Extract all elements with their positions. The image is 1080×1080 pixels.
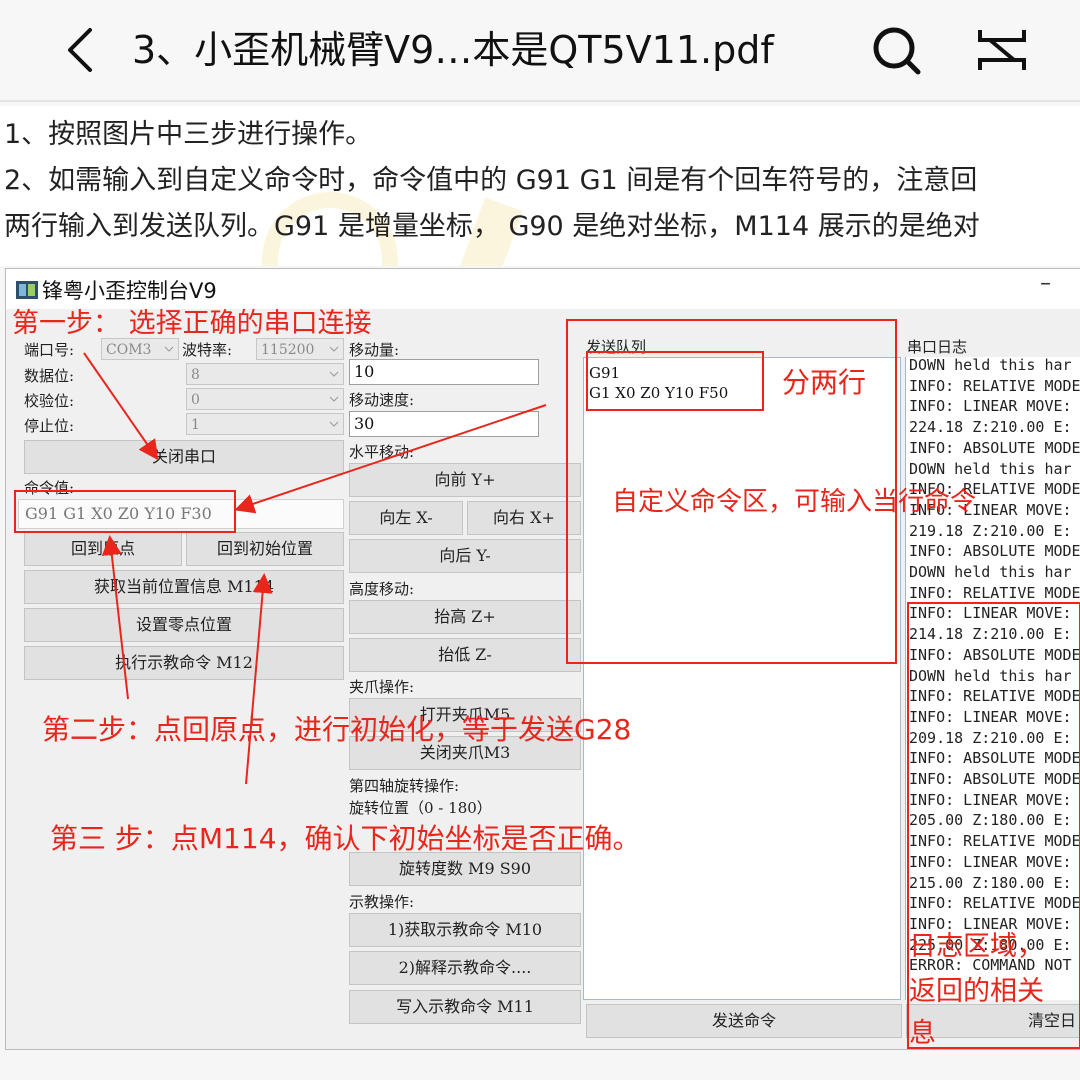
stopbits-label: 停止位:	[24, 417, 75, 435]
step2-annotation: 第二步：点回原点，进行初始化，等于发送G28	[42, 713, 632, 746]
parse-teach-button[interactable]: 2)解释示教命令....	[349, 951, 581, 985]
home-button[interactable]: 回到原点	[24, 532, 182, 566]
baud-value: 115200	[261, 342, 315, 358]
log-line: DOWN held this har	[909, 563, 1072, 581]
teach-label: 示教操作:	[349, 893, 415, 911]
set-zero-button[interactable]: 设置零点位置	[24, 608, 344, 642]
step3-annotation: 第三 步：点M114，确认下初始坐标是否正确。	[50, 822, 641, 855]
port-select[interactable]: COM3	[101, 338, 179, 360]
log-line: 219.18 Z:210.00 E:	[909, 521, 1072, 540]
custom-area-annotation: 自定义命令区，可输入当行命令	[612, 487, 977, 517]
chevron-down-icon	[329, 371, 339, 377]
port-label: 端口号:	[24, 341, 75, 359]
log-line: INFO: ABSOLUTE MODE	[909, 438, 1080, 457]
parity-value: 0	[191, 392, 200, 408]
move-amount-label: 移动量:	[349, 341, 400, 359]
log-area-annotation-2: 返回的相关	[909, 976, 1044, 1007]
doc-line-3: 两行输入到发送队列。G91 是增量坐标， G90 是绝对坐标，M114 展示的是…	[4, 211, 980, 242]
lower-button[interactable]: 抬低 Z-	[349, 638, 581, 672]
minimize-button[interactable]: –	[1040, 271, 1051, 296]
right-button[interactable]: 向右 X+	[467, 501, 581, 535]
parity-label: 校验位:	[24, 392, 75, 410]
search-icon[interactable]	[870, 22, 924, 78]
run-teach-button[interactable]: 执行示教命令 M12	[24, 646, 344, 680]
log-area-annotation-1: 日志区域，	[909, 931, 1044, 962]
log-line: INFO: RELATIVE MODE	[909, 376, 1080, 395]
log-line: DOWN held this har	[909, 459, 1072, 478]
rotate-position-label: 旋转位置（0 - 180）	[349, 799, 492, 817]
initial-position-button[interactable]: 回到初始位置	[186, 532, 344, 566]
chevron-left-icon[interactable]	[58, 22, 108, 78]
databits-value: 8	[191, 367, 200, 383]
port-value: COM3	[106, 342, 152, 358]
document-title: 3、小歪机械臂V9…本是QT5V11.pdf	[132, 28, 774, 72]
step1-annotation: 第一步： 选择正确的串口连接	[12, 308, 372, 339]
header-divider	[0, 100, 1080, 102]
parity-select[interactable]: 0	[186, 388, 344, 410]
fourth-axis-label: 第四轴旋转操作:	[349, 777, 460, 795]
document-text: 1、按照图片中三步进行操作。 2、如需输入到自定义命令时，命令值中的 G91 G…	[0, 106, 1080, 266]
baud-label: 波特率:	[182, 341, 233, 359]
app-icon	[16, 281, 38, 299]
chevron-down-icon	[329, 346, 339, 352]
rotate-button[interactable]: 旋转度数 M9 S90	[349, 852, 581, 886]
doc-line-1: 1、按照图片中三步进行操作。	[4, 119, 373, 150]
get-position-button[interactable]: 获取当前位置信息 M114	[24, 570, 344, 604]
send-button[interactable]: 发送命令	[586, 1004, 902, 1038]
stopbits-select[interactable]: 1	[186, 413, 344, 435]
back-button[interactable]: 向后 Y-	[349, 539, 581, 573]
left-button[interactable]: 向左 X-	[349, 501, 463, 535]
chevron-down-icon	[164, 346, 174, 352]
move-speed-label: 移动速度:	[349, 391, 415, 409]
command-value-highlight	[14, 490, 236, 533]
stopbits-value: 1	[191, 417, 200, 433]
log-area-annotation-3: 息	[909, 1018, 936, 1049]
two-lines-annotation: 分两行	[782, 366, 867, 399]
log-line: INFO: RELATIVE MODE	[909, 583, 1080, 602]
horizontal-label: 水平移动:	[349, 443, 415, 461]
app-header: 3、小歪机械臂V9…本是QT5V11.pdf	[0, 0, 1080, 100]
databits-label: 数据位:	[24, 367, 75, 385]
log-line: DOWN held this har	[909, 357, 1072, 374]
raise-button[interactable]: 抬高 Z+	[349, 600, 581, 634]
doc-line-2: 2、如需输入到自定义命令时，命令值中的 G91 G1 间是有个回车符号的，注意回	[4, 165, 978, 196]
move-speed-input[interactable]: 30	[349, 411, 539, 437]
baud-select[interactable]: 115200	[256, 338, 344, 360]
log-line: INFO: ABSOLUTE MODE	[909, 542, 1080, 561]
chevron-down-icon	[329, 396, 339, 402]
move-amount-input[interactable]: 10	[349, 359, 539, 385]
log-line: 224.18 Z:210.00 E:	[909, 418, 1072, 437]
gripper-label: 夹爪操作:	[349, 678, 415, 696]
write-teach-button[interactable]: 写入示教命令 M11	[349, 990, 581, 1024]
close-port-button[interactable]: 关闭串口	[24, 440, 344, 474]
height-label: 高度移动:	[349, 580, 415, 598]
databits-select[interactable]: 8	[186, 363, 344, 385]
chevron-down-icon	[329, 421, 339, 427]
two-lines-highlight	[586, 351, 764, 411]
log-label: 串口日志	[907, 338, 968, 356]
expand-icon[interactable]	[974, 22, 1030, 78]
forward-button[interactable]: 向前 Y+	[349, 463, 581, 497]
embedded-screenshot: 锋粤小歪控制台V9 – 端口号: COM3 波特率: 115200 数据位: 8…	[5, 268, 1080, 1050]
log-line: INFO: LINEAR MOVE:	[909, 397, 1072, 416]
get-teach-button[interactable]: 1)获取示教命令 M10	[349, 913, 581, 947]
